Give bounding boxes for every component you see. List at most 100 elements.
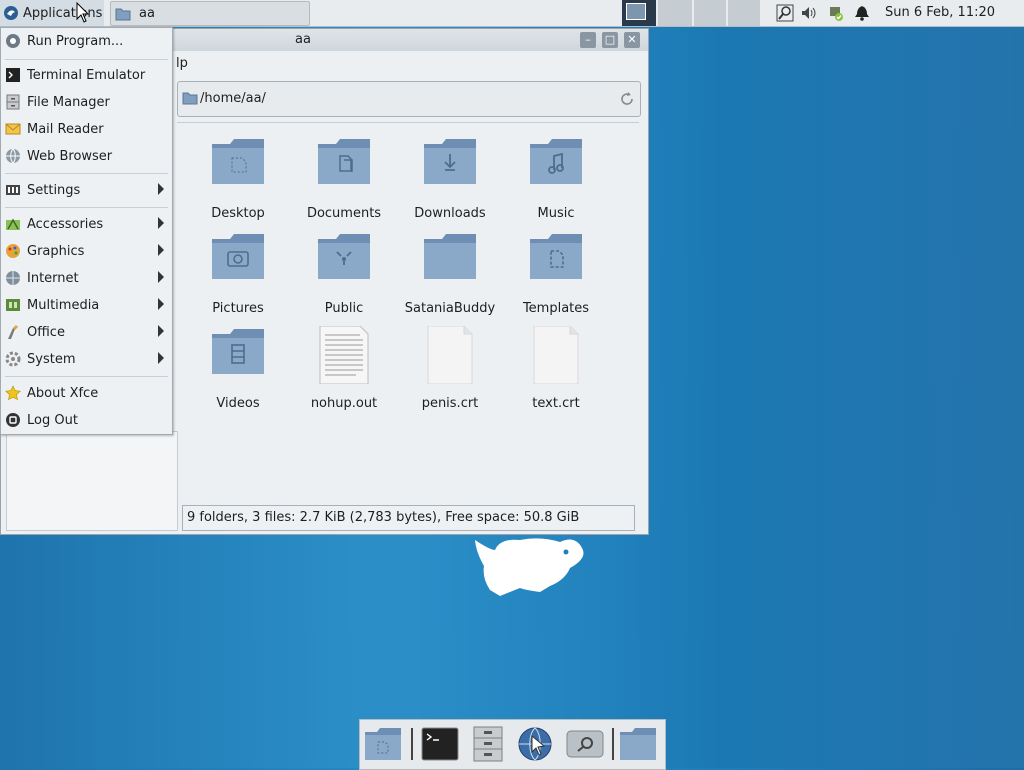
folder-item-public[interactable]: Public [292, 231, 396, 316]
mail-icon [5, 123, 21, 135]
workspace-1[interactable] [622, 0, 656, 26]
submenu-arrow-icon [158, 244, 164, 256]
folder-item-templates[interactable]: Templates [504, 231, 608, 316]
menu-item-internet[interactable]: Internet [1, 265, 172, 291]
folder-item-downloads[interactable]: Downloads [398, 136, 502, 221]
folder-item-desktop[interactable]: Desktop [186, 136, 290, 221]
star-icon [5, 385, 21, 401]
run-icon [6, 34, 20, 48]
menu-item-label: Internet [27, 270, 79, 286]
menu-item-run-program[interactable]: Run Program... [1, 28, 172, 54]
item-name: Public [324, 301, 364, 316]
file-item-text-crt[interactable]: text.crt [504, 325, 608, 411]
item-name: Music [537, 206, 575, 221]
menu-item-label: Mail Reader [27, 121, 104, 137]
search-tray-icon[interactable] [776, 4, 794, 22]
workspace-3[interactable] [694, 0, 726, 26]
menu-item-label: Terminal Emulator [27, 67, 146, 83]
menu-help[interactable]: lp [176, 56, 188, 71]
item-name: SataniaBuddy [404, 301, 496, 316]
menu-separator [5, 173, 168, 174]
top-panel: Applications aa Sun 6 Feb, 11:20 [0, 0, 1024, 27]
system-icon [5, 351, 21, 367]
xfce-mouse-logo [475, 538, 584, 596]
menu-separator [5, 376, 168, 377]
location-divider [177, 122, 639, 123]
text-file-icon [316, 325, 372, 385]
terminal-icon [6, 68, 20, 82]
maximize-button[interactable]: □ [602, 32, 618, 48]
taskbar-item-aa[interactable]: aa [110, 1, 310, 26]
item-name: Desktop [211, 206, 265, 221]
folder-item-music[interactable]: Music [504, 136, 608, 221]
menu-item-office[interactable]: Office [1, 319, 172, 345]
file-icon [422, 325, 478, 385]
menu-item-mail-reader[interactable]: Mail Reader [1, 116, 172, 142]
menu-item-label: System [27, 351, 76, 367]
item-name: penis.crt [421, 396, 479, 411]
menu-item-label: Office [27, 324, 65, 340]
submenu-arrow-icon [158, 183, 164, 195]
menu-item-settings[interactable]: Settings [1, 177, 172, 203]
file-item-penis-crt[interactable]: penis.crt [398, 325, 502, 411]
public-folder-icon [316, 231, 372, 283]
accessories-icon [6, 218, 20, 230]
item-name: text.crt [532, 396, 580, 411]
menu-item-about-xfce[interactable]: About Xfce [1, 380, 172, 406]
settings-icon [6, 185, 20, 195]
close-button[interactable]: ✕ [624, 32, 640, 48]
folder-item-pictures[interactable]: Pictures [186, 231, 290, 316]
documents-folder-icon [316, 136, 372, 188]
bottom-dock [359, 719, 666, 770]
folder-icon [115, 8, 131, 20]
file-manager-icon[interactable] [469, 726, 507, 762]
multimedia-icon [6, 299, 20, 311]
clock[interactable]: Sun 6 Feb, 11:20 [885, 0, 995, 26]
downloads-folder-icon [422, 136, 478, 188]
menu-item-file-manager[interactable]: File Manager [1, 89, 172, 115]
menu-item-label: Web Browser [27, 148, 113, 164]
applications-menu: Run Program... Terminal Emulator File Ma… [0, 27, 173, 435]
workspace-2[interactable] [658, 0, 692, 26]
status-bar: 9 folders, 3 files: 2.7 KiB (2,783 bytes… [182, 505, 635, 531]
file-manager-icon [6, 94, 20, 110]
folder-icon [182, 92, 198, 105]
show-desktop-icon[interactable] [364, 726, 402, 762]
videos-folder-icon [210, 326, 266, 378]
status-text: 9 folders, 3 files: 2.7 KiB (2,783 bytes… [187, 510, 580, 525]
folder-item-documents[interactable]: Documents [292, 136, 396, 221]
music-folder-icon [528, 136, 584, 188]
applications-label: Applications [23, 5, 103, 21]
workspace-4[interactable] [728, 0, 760, 26]
network-icon[interactable] [826, 4, 844, 22]
menu-item-system[interactable]: System [1, 346, 172, 372]
menu-item-label: Multimedia [27, 297, 100, 313]
minimize-button[interactable]: – [580, 32, 596, 48]
folder-item-sataniabuddy[interactable]: SataniaBuddy [398, 231, 502, 316]
reload-icon[interactable] [619, 91, 635, 107]
location-path: /home/aa/ [200, 91, 266, 106]
menu-item-accessories[interactable]: Accessories [1, 211, 172, 237]
folder-icon[interactable] [619, 726, 657, 762]
app-finder-icon[interactable] [566, 726, 604, 762]
menu-separator [5, 207, 168, 208]
file-item-nohup[interactable]: nohup.out [292, 325, 396, 411]
desktop-folder-icon [210, 136, 266, 188]
menu-item-multimedia[interactable]: Multimedia [1, 292, 172, 318]
menu-item-label: Run Program... [27, 33, 124, 49]
menu-item-log-out[interactable]: Log Out [1, 407, 172, 433]
item-name: nohup.out [310, 396, 378, 411]
menu-item-terminal-emulator[interactable]: Terminal Emulator [1, 62, 172, 88]
templates-folder-icon [528, 231, 584, 283]
pictures-folder-icon [210, 231, 266, 283]
dock-separator [411, 728, 413, 760]
menu-item-label: File Manager [27, 94, 110, 110]
menu-item-graphics[interactable]: Graphics [1, 238, 172, 264]
location-bar[interactable]: /home/aa/ [177, 81, 641, 117]
terminal-icon[interactable] [421, 726, 459, 762]
volume-icon[interactable] [800, 4, 818, 22]
web-browser-icon[interactable] [516, 726, 554, 762]
menu-item-web-browser[interactable]: Web Browser [1, 143, 172, 169]
notification-bell-icon[interactable] [853, 4, 871, 22]
folder-item-videos[interactable]: Videos [186, 326, 290, 411]
